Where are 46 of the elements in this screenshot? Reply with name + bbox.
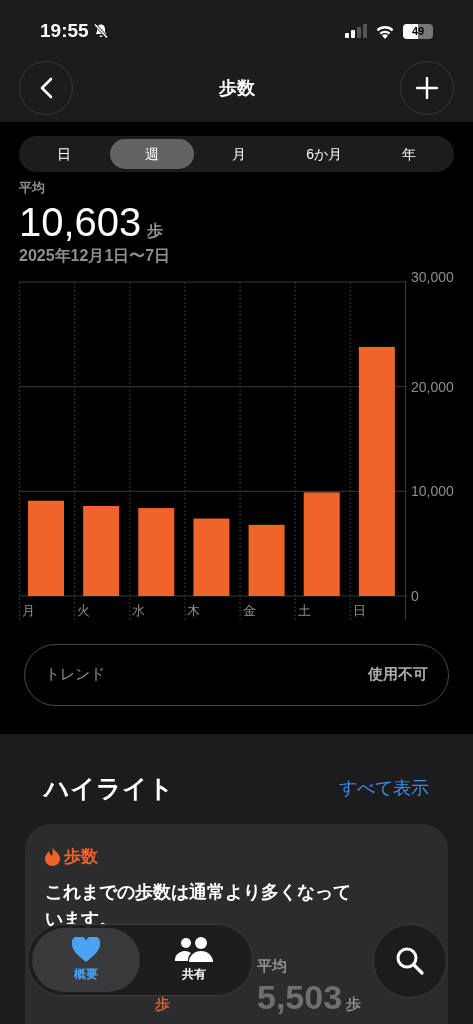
axis-label: 水 bbox=[132, 602, 146, 618]
bar bbox=[248, 524, 285, 596]
unit-label: 歩 bbox=[155, 994, 170, 1014]
add-button[interactable] bbox=[400, 61, 454, 115]
date-range: 2025年12月1日〜7日 bbox=[19, 245, 172, 266]
section-title: ハイライト bbox=[44, 773, 174, 804]
tab-item[interactable]: 共有 bbox=[140, 928, 248, 992]
average-value: 10,603 bbox=[19, 201, 142, 242]
period-tab[interactable]: 月 bbox=[197, 139, 282, 169]
axis-label: 金 bbox=[242, 602, 256, 618]
axis-label: 0 bbox=[411, 587, 419, 604]
plus-icon bbox=[416, 77, 438, 99]
axis-label: 木 bbox=[187, 602, 201, 618]
axis-label: 月 bbox=[22, 602, 35, 618]
axis-label: 日 bbox=[352, 602, 366, 618]
flame-icon bbox=[45, 846, 60, 866]
average-value: 5,503 bbox=[257, 979, 343, 1014]
signal-icon bbox=[345, 24, 367, 38]
unit-label: 歩 bbox=[346, 993, 362, 1014]
period-tab[interactable]: 日 bbox=[22, 139, 107, 169]
unit-label: 歩 bbox=[147, 222, 164, 239]
axis-label: 30,000 bbox=[411, 269, 454, 285]
axis-label: 10,000 bbox=[411, 482, 454, 499]
axis-label: 20,000 bbox=[411, 378, 454, 395]
average-label: 平均 bbox=[257, 956, 288, 976]
period-tab[interactable]: 年 bbox=[366, 139, 451, 169]
people-icon bbox=[175, 937, 213, 963]
back-button[interactable] bbox=[19, 61, 73, 115]
axis-label: 土 bbox=[297, 602, 311, 618]
average-label: 平均 bbox=[19, 179, 46, 197]
card-category: 歩数 bbox=[64, 845, 98, 868]
period-tab[interactable]: 週 bbox=[109, 139, 195, 169]
trend-value: 使用不可 bbox=[368, 664, 428, 685]
heart-icon bbox=[72, 937, 100, 963]
period-tab[interactable]: 6か月 bbox=[281, 139, 367, 169]
status-time: 19:55 bbox=[40, 18, 89, 43]
search-icon bbox=[395, 946, 425, 976]
page-title: 歩数 bbox=[218, 76, 255, 100]
show-all-link[interactable]: すべて表示 bbox=[339, 775, 429, 803]
tab-item[interactable]: 概要 bbox=[32, 928, 140, 992]
axis-label: 火 bbox=[77, 602, 91, 618]
wifi-icon bbox=[375, 23, 395, 39]
trend-label: トレンド bbox=[45, 664, 105, 685]
bell-slash-icon bbox=[92, 23, 109, 39]
battery-level: 49 bbox=[411, 23, 425, 39]
chevron-left-icon bbox=[39, 77, 53, 99]
